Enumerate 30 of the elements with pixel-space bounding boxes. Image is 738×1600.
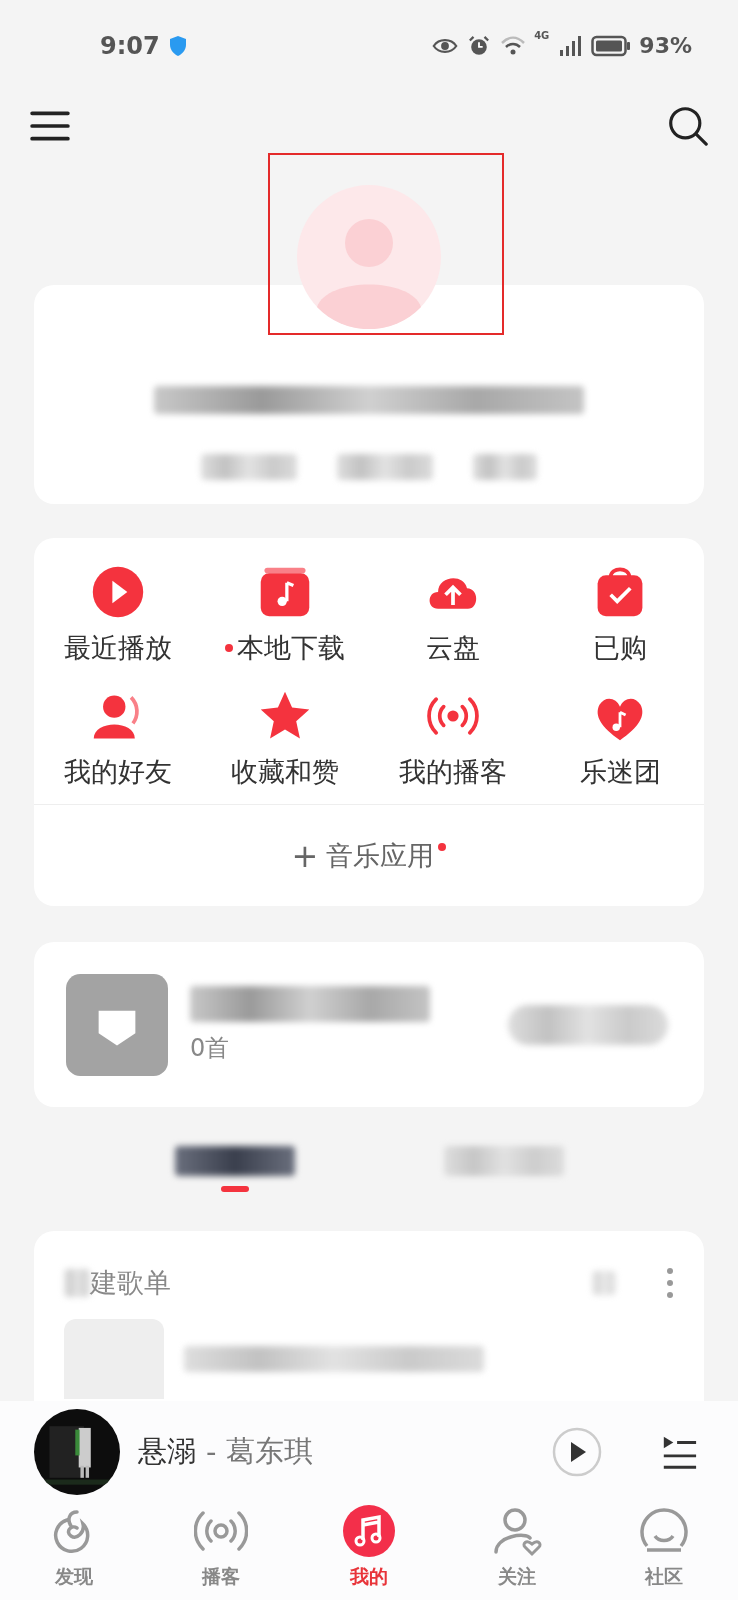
song-count: 0首 — [190, 1032, 231, 1064]
artist-name: 葛东琪 — [226, 1433, 314, 1471]
music-apps-link[interactable]: 音乐应用 — [326, 837, 435, 874]
shortcut-label[interactable]: 收藏和赞 — [231, 754, 340, 791]
song-title: 悬溺 — [138, 1433, 196, 1471]
redacted-text — [64, 1268, 90, 1297]
redacted-stat — [473, 454, 537, 481]
battery-icon — [591, 34, 632, 57]
play-icon[interactable] — [552, 1427, 602, 1478]
shortcut-label[interactable]: 最近播放 — [63, 630, 172, 667]
network-label: 4G — [534, 30, 550, 41]
shield-icon — [167, 34, 188, 57]
shortcut-label[interactable]: 本地下载 — [237, 630, 346, 667]
separator: - — [206, 1435, 217, 1470]
wifi-icon — [500, 34, 527, 57]
section-title: 建歌单 — [90, 1265, 171, 1300]
shortcut-label[interactable]: 我的好友 — [63, 754, 172, 791]
shortcut-label[interactable]: 我的播客 — [398, 754, 507, 791]
redacted-icon — [592, 1270, 616, 1295]
signal-icon — [557, 34, 584, 57]
plus-symbol: + — [291, 836, 319, 875]
status-time: 9:07 — [100, 31, 160, 60]
more-icon[interactable] — [666, 1266, 674, 1299]
shortcut-label[interactable]: 云盘 — [425, 630, 480, 667]
search-icon[interactable] — [668, 106, 708, 147]
playlist-tab[interactable] — [174, 1145, 295, 1192]
nav-tab[interactable]: 我的 — [342, 1504, 396, 1590]
shortcut-label[interactable]: 已购 — [593, 630, 648, 667]
shortcut-label[interactable]: 乐迷团 — [579, 754, 661, 791]
battery-percent: 93% — [639, 33, 692, 59]
